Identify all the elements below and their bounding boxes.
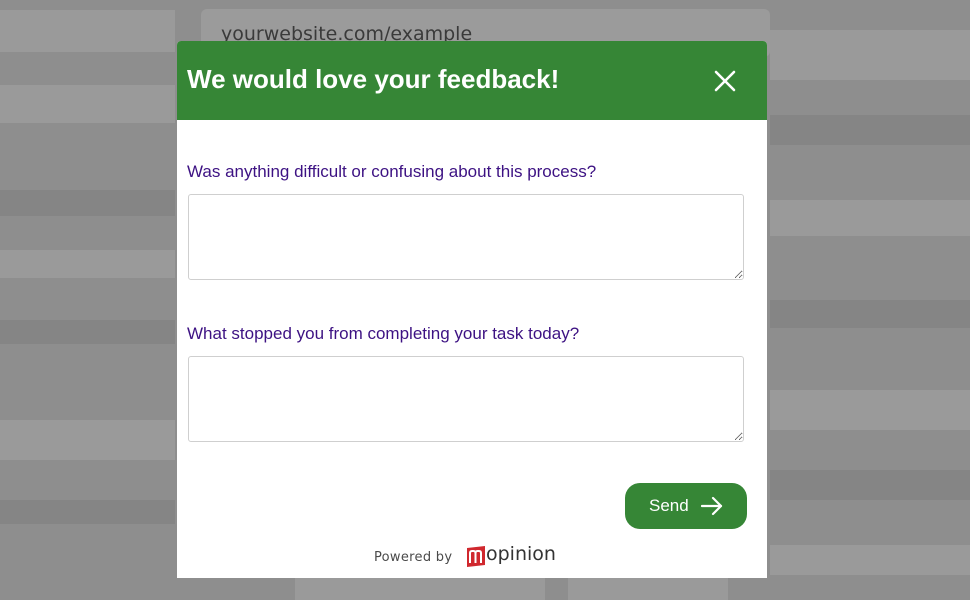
background-block [770, 470, 970, 500]
background-block [0, 320, 175, 344]
send-button-label: Send [649, 496, 689, 515]
arrow-right-icon [701, 496, 723, 516]
modal-title: We would love your feedback! [187, 64, 560, 94]
question-label-difficulty: Was anything difficult or confusing abou… [187, 162, 597, 181]
background-block [0, 85, 175, 123]
answer-field-blocker[interactable] [188, 356, 744, 442]
answer-field-difficulty[interactable] [188, 194, 744, 280]
mopinion-logo-icon [467, 546, 485, 567]
background-block [568, 578, 728, 600]
close-icon [714, 70, 736, 92]
background-block [295, 578, 545, 600]
background-block [0, 420, 175, 460]
powered-by-text: Powered by [374, 550, 453, 565]
background-block [770, 545, 970, 575]
background-block [0, 10, 175, 52]
background-block [770, 115, 970, 145]
background-block [770, 300, 970, 328]
background-block [0, 190, 175, 216]
brand-name: opinion [486, 543, 556, 565]
modal-header: We would love your feedback! [177, 41, 767, 120]
background-block [770, 30, 970, 80]
send-button[interactable]: Send [625, 483, 747, 529]
background-block [0, 250, 175, 278]
background-block [770, 200, 970, 236]
question-label-blocker: What stopped you from completing your ta… [187, 324, 580, 343]
powered-by-footer: Powered by opinion [177, 541, 767, 571]
close-button[interactable] [710, 66, 740, 96]
background-block [0, 500, 175, 524]
feedback-modal: We would love your feedback! Was anythin… [177, 41, 767, 578]
background-block [770, 390, 970, 430]
